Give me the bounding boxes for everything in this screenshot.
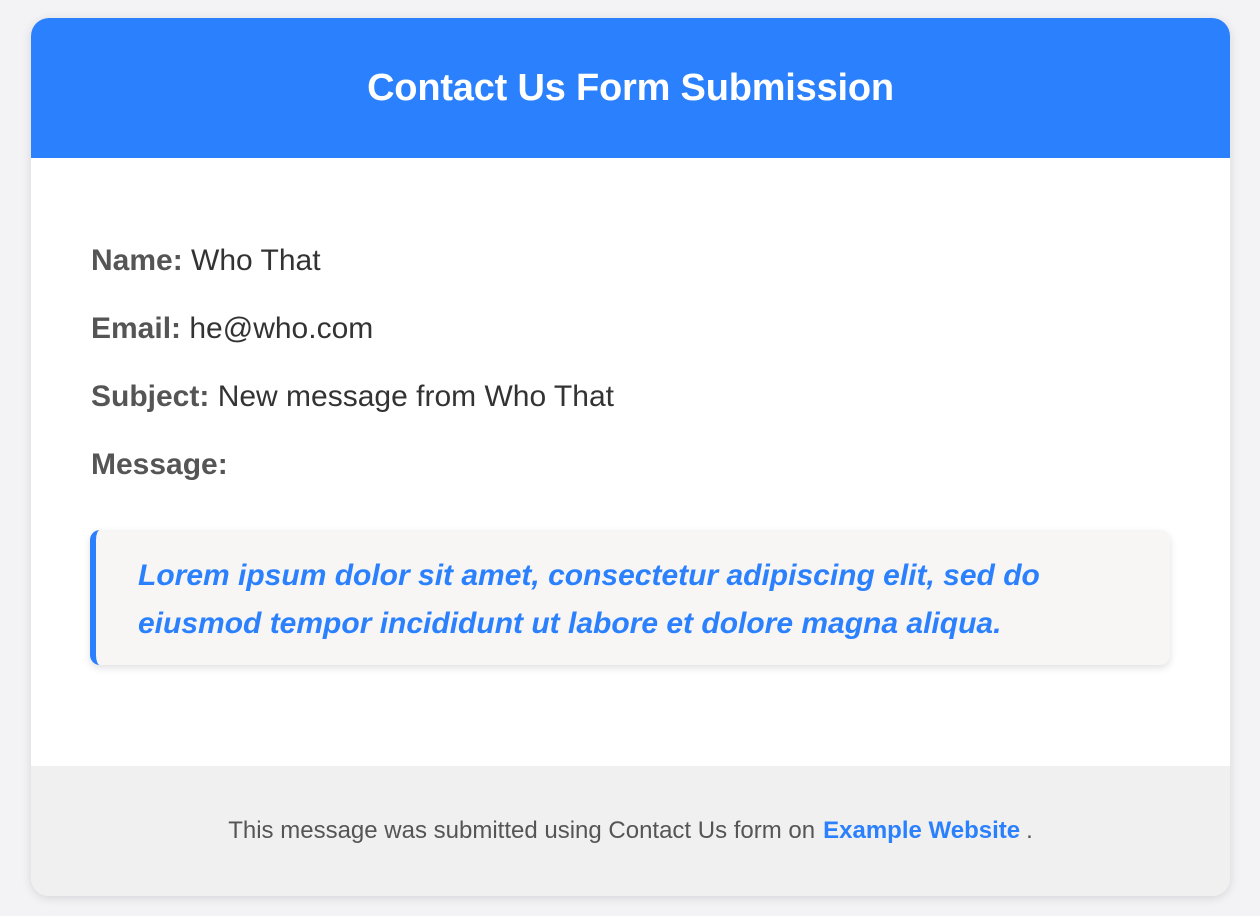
footer-suffix: . [1026,817,1033,844]
card-header: Contact Us Form Submission [31,18,1230,158]
name-field: Name: Who That [91,244,321,278]
name-value: Who That [191,244,321,277]
example-website-link[interactable]: Example Website [823,817,1020,845]
subject-value: New message from Who That [217,380,614,413]
page-title: Contact Us Form Submission [367,66,894,109]
email-card: Contact Us Form Submission Name: Who Tha… [31,18,1230,896]
message-quote: Lorem ipsum dolor sit amet, consectetur … [90,530,1170,665]
email-label: Email: [91,312,182,345]
card-footer: This message was submitted using Contact… [31,766,1230,896]
message-label: Message: [91,448,228,481]
subject-field: Subject: New message from Who That [91,380,614,414]
subject-label: Subject: [91,380,210,413]
footer-text: This message was submitted using Contact… [228,817,816,844]
message-field: Message: [91,448,228,482]
message-text: Lorem ipsum dolor sit amet, consectetur … [138,559,1040,640]
email-value: he@who.com [189,312,374,345]
card-body: Name: Who That Email: he@who.com Subject… [31,158,1230,766]
email-field: Email: he@who.com [91,312,373,346]
name-label: Name: [91,244,183,277]
